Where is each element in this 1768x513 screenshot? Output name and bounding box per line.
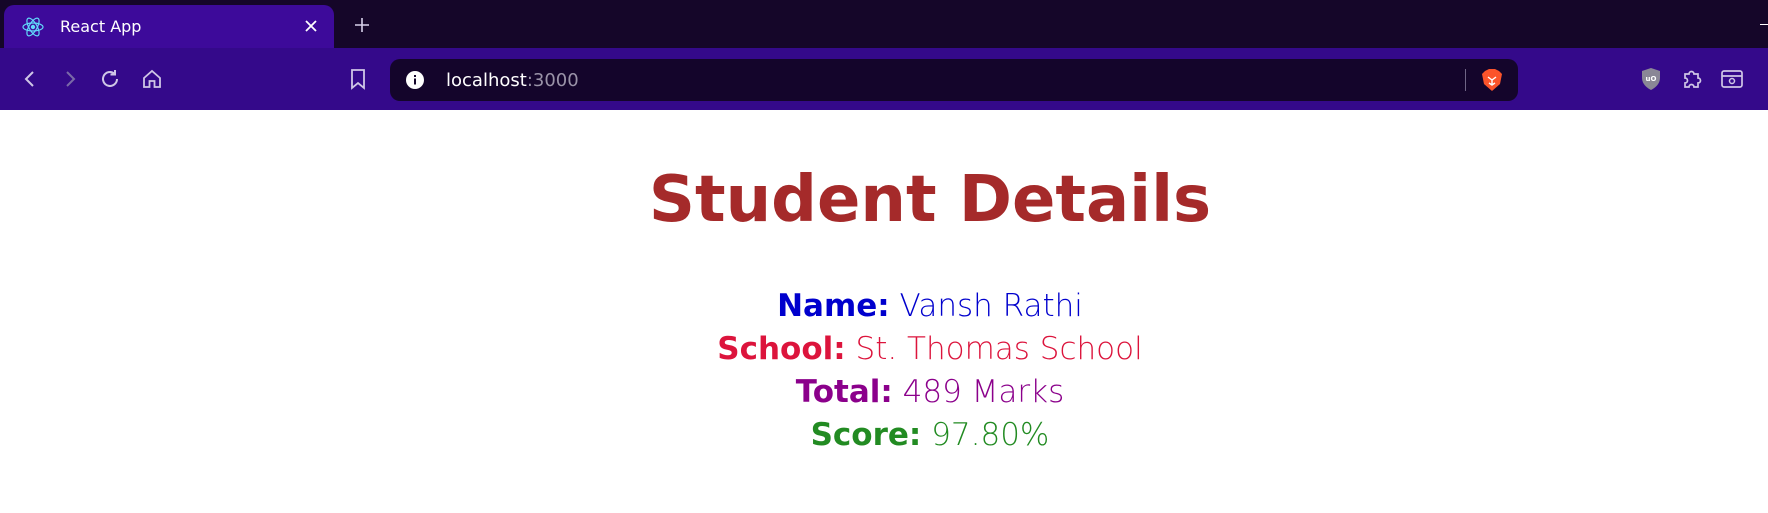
puzzle-extensions-icon[interactable] [1678,65,1706,93]
detail-name-row: Name: Vansh Rathi [0,285,1768,328]
detail-value: St. Thomas School [855,331,1143,367]
brave-lion-icon[interactable] [1480,67,1504,93]
detail-score-row: Score: 97.80% [0,414,1768,457]
detail-label: Total: [795,374,893,410]
detail-value: 489 Marks [902,374,1065,410]
page-content: Student Details Name: Vansh Rathi School… [0,110,1768,513]
tab-title: React App [60,17,142,36]
address-bar[interactable]: localhost:3000 [390,59,1518,101]
chevron-left-icon [24,71,34,87]
detail-label: School: [717,331,846,367]
chevron-right-icon [66,71,76,87]
minimize-icon[interactable] [1760,24,1768,25]
info-icon[interactable] [404,69,426,91]
close-icon[interactable] [300,15,322,37]
bookmark-button[interactable] [344,65,372,93]
ublock-origin-icon[interactable]: uO [1637,65,1665,93]
forward-button[interactable] [56,65,84,93]
tab-strip: React App [0,0,1768,48]
home-icon [143,69,161,88]
reload-button[interactable] [96,65,124,93]
back-button[interactable] [16,65,44,93]
detail-label: Score: [810,417,922,453]
reload-icon [102,70,118,87]
detail-label: Name: [777,288,890,324]
url-port: :3000 [526,69,579,91]
detail-value: 97.80% [931,417,1050,453]
detail-school-row: School: St. Thomas School [0,328,1768,371]
react-logo-icon [20,14,46,40]
url-host: localhost [446,69,527,91]
plus-icon[interactable] [350,13,374,37]
page-title: Student Details [648,163,1212,237]
bookmark-icon [351,69,365,90]
detail-value: Vansh Rathi [899,288,1083,324]
detail-total-row: Total: 489 Marks [0,371,1768,414]
home-button[interactable] [138,65,166,93]
student-details: Name: Vansh Rathi School: St. Thomas Sch… [0,285,1768,457]
omnibox-divider [1465,69,1466,91]
wallet-icon[interactable] [1718,65,1746,93]
url-text[interactable]: localhost:3000 [446,70,579,91]
browser-tab[interactable]: React App [4,5,334,48]
svg-text:uO: uO [1646,75,1657,83]
browser-toolbar: localhost:3000 uO [0,48,1768,110]
